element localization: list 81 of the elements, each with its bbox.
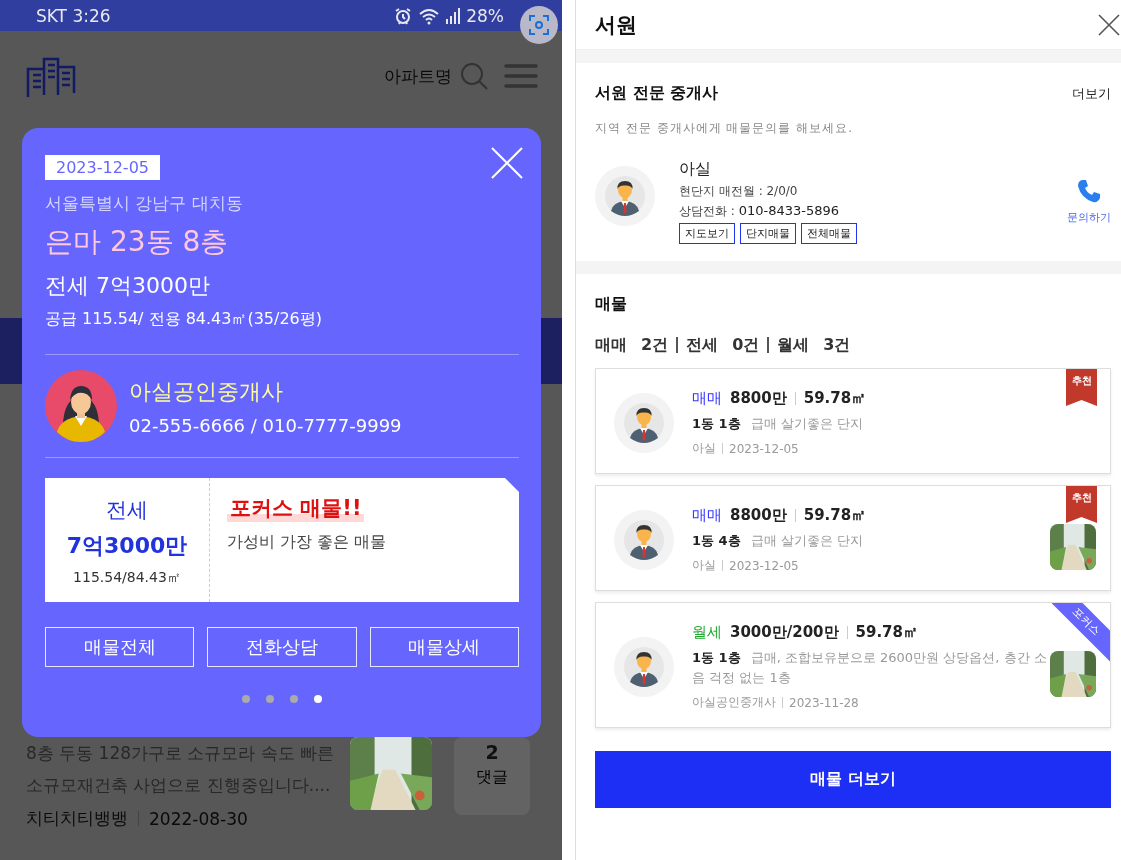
capture-icon (529, 15, 549, 35)
count-value: 0건 (732, 337, 760, 353)
search-hint: 아파트명 (384, 64, 452, 88)
deal-type: 전세 (106, 497, 148, 524)
agent-name: 아실 (679, 159, 712, 180)
listing-description: 1동 4층 급매 살기좋은 단지 (692, 532, 864, 550)
screen-capture-button[interactable] (520, 6, 558, 44)
page-dot[interactable] (242, 695, 250, 703)
comment-label: 댓글 (476, 767, 508, 788)
count-value: 3건 (823, 337, 851, 353)
listing-title: 은마 23동 8층 (45, 224, 230, 260)
count-label[interactable]: 매매 (595, 337, 627, 353)
tag-button[interactable]: 단지매물 (740, 223, 796, 244)
listing-date: 2023-12-05 (729, 441, 799, 456)
listing-price: 8800만 (730, 506, 787, 525)
listing-description: 가성비 가장 좋은 매물 (227, 532, 387, 553)
listing-date: 2023-11-28 (789, 695, 859, 710)
post-date: 2022-08-30 (149, 808, 248, 829)
listing-description: 1동 1층 급매, 조합보유분으로 2600만원 상당옵션, 층간 소음 걱정 없는 1층 (692, 649, 1048, 687)
agent-name: 아실 (692, 557, 716, 574)
avatar-icon (614, 637, 674, 697)
listing-area: 공급 115.54/ 전용 84.43㎡(35/26평) (45, 309, 519, 330)
wifi-icon (418, 6, 441, 25)
recommend-ribbon: 추천 (1066, 486, 1097, 523)
address: 서울특별시 강남구 대치동 (45, 192, 244, 215)
deal-type: 매매 (692, 389, 722, 408)
panel-title: 서원 (595, 11, 637, 39)
listing-card[interactable]: 매매 8800만 59.78㎡ 1동 1층 급매 살기좋은 단지 아실 2023-12-05 추천 (595, 368, 1111, 474)
section-heading: 서원 전문 중개사 (595, 83, 719, 104)
avatar-icon (614, 510, 674, 570)
agent-name: 아실공인중개사 (692, 694, 776, 711)
phone-icon (1076, 178, 1102, 204)
listing-area: 59.78㎡ (855, 623, 918, 642)
section-heading: 매물 (595, 294, 628, 315)
listing-area: 59.78㎡ (803, 506, 867, 525)
tag-button[interactable]: 지도보기 (679, 223, 735, 244)
menu-icon[interactable] (504, 63, 538, 89)
section-subtitle: 지역 전문 중개사에게 매물문의를 해보세요. (595, 120, 855, 137)
battery-level: 28% (466, 5, 504, 26)
carrier-time: SKT 3:26 (36, 5, 111, 26)
recommend-ribbon: 추천 (1066, 369, 1097, 406)
agent-phone: 상담전화 : 010-8433-5896 (679, 203, 841, 220)
avatar-icon (614, 393, 674, 453)
action-button[interactable]: 매물전체 (45, 627, 195, 667)
listing-area: 59.78㎡ (803, 389, 867, 408)
comment-count: 2 (485, 741, 499, 763)
listing-date: 2023-12-05 (729, 558, 799, 573)
listing-price: 3000만/200만 (730, 623, 839, 642)
page-dot[interactable] (290, 695, 298, 703)
search-icon[interactable] (460, 62, 488, 90)
agent-avatar-icon (45, 370, 117, 442)
action-button[interactable]: 전화상담 (207, 627, 357, 667)
count-label[interactable]: 전세 (686, 337, 719, 353)
count-value: 2건 (641, 337, 669, 353)
count-label[interactable]: 월세 (777, 337, 810, 353)
tag-button[interactable]: 전체매물 (801, 223, 857, 244)
deal-type: 월세 (692, 623, 722, 642)
listing-price: 8800만 (730, 389, 787, 408)
listing-price: 전세 7억3000만 (45, 272, 211, 300)
page-dot[interactable] (266, 695, 274, 703)
buildings-logo-icon (26, 55, 78, 97)
agent-phone: 02-555-6666 / 010-7777-9999 (129, 414, 402, 436)
deal-price: 7억3000만 (66, 532, 188, 560)
more-link[interactable]: 더보기 (1072, 84, 1111, 103)
deal-area: 115.54/84.43㎡ (73, 569, 181, 587)
comment-count-box[interactable]: 2 댓글 (454, 737, 530, 815)
date-badge: 2023-12-05 (45, 155, 160, 180)
close-icon[interactable] (1097, 12, 1121, 37)
listing-description: 1동 1층 급매 살기좋은 단지 (692, 415, 864, 433)
signal-icon (446, 7, 461, 24)
agent-name: 아실공인중개사 (129, 377, 284, 406)
contact-button[interactable]: 문의하기 (1067, 178, 1111, 225)
page-dot[interactable] (314, 695, 322, 703)
action-button[interactable]: 매물상세 (369, 627, 519, 667)
listing-card[interactable]: 매매 8800만 59.78㎡ 1동 4층 급매 살기좋은 단지 아실 2023-12-05 추천 (595, 485, 1111, 591)
agent-stats: 현단지 매전월 : 2/0/0 (679, 183, 799, 200)
alarm-icon (394, 6, 413, 25)
agent-name: 아실 (692, 440, 716, 457)
author-name: 치티치티뱅뱅 (26, 807, 128, 830)
more-listings-button[interactable]: 매물 더보기 (595, 751, 1111, 808)
deal-type: 매매 (692, 506, 722, 525)
